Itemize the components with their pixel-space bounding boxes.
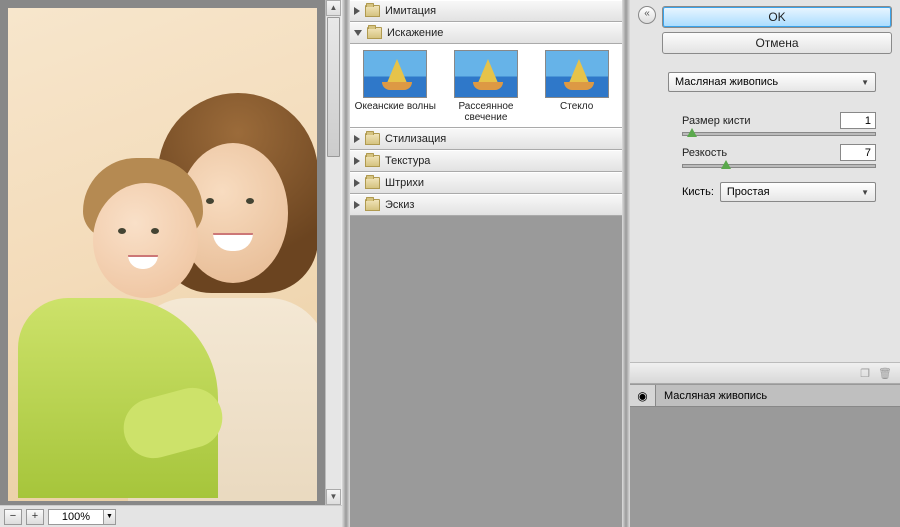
- zoom-out-button[interactable]: −: [4, 509, 22, 525]
- filter-thumbnail-icon: [363, 50, 427, 98]
- ok-button[interactable]: OK: [662, 6, 892, 28]
- panel-divider[interactable]: [622, 0, 630, 527]
- filter-group-label: Стилизация: [385, 133, 446, 145]
- folder-icon: [365, 199, 380, 211]
- filter-group-texture[interactable]: Текстура: [350, 150, 622, 172]
- filter-group-label: Эскиз: [385, 199, 414, 211]
- brush-size-label: Размер кисти: [682, 115, 751, 127]
- preview-image: [8, 8, 317, 501]
- effect-layer-empty-area: [630, 407, 900, 527]
- sharpness-slider[interactable]: [682, 164, 876, 168]
- scroll-thumb[interactable]: [327, 17, 340, 157]
- collapse-settings-button[interactable]: «: [638, 6, 656, 24]
- expand-icon: [354, 157, 360, 165]
- folder-icon: [367, 27, 382, 39]
- filter-group-strokes[interactable]: Штрихи: [350, 172, 622, 194]
- slider-handle[interactable]: [721, 160, 731, 169]
- sharpness-label: Резкость: [682, 147, 727, 159]
- filter-select-value: Масляная живопись: [675, 76, 778, 88]
- new-effect-layer-button[interactable]: ❐: [860, 367, 870, 380]
- chevron-down-icon: ▼: [861, 78, 869, 87]
- filter-thumbnails: Океанские волны Рассеянное свечение Стек…: [350, 44, 622, 128]
- slider-handle[interactable]: [687, 128, 697, 137]
- brush-size-input[interactable]: [840, 112, 876, 129]
- filter-diffuse-glow[interactable]: Рассеянное свечение: [445, 50, 527, 123]
- filter-group-label: Штрихи: [385, 177, 424, 189]
- zoom-level-field[interactable]: 100%: [48, 509, 104, 525]
- filter-ocean-waves[interactable]: Океанские волны: [354, 50, 436, 123]
- scroll-up-button[interactable]: ▲: [326, 0, 341, 16]
- folder-icon: [365, 133, 380, 145]
- brush-type-label: Кисть:: [682, 186, 714, 198]
- settings-panel: « OK Отмена Масляная живопись ▼ Размер к…: [630, 0, 900, 527]
- cancel-button[interactable]: Отмена: [662, 32, 892, 54]
- filter-label: Океанские волны: [354, 101, 436, 123]
- effect-layer-list: ◉ Масляная живопись: [630, 384, 900, 527]
- filter-label: Стекло: [536, 101, 618, 123]
- filter-group-label: Имитация: [385, 5, 436, 17]
- chevron-down-icon: ▼: [861, 188, 869, 197]
- expand-icon: [354, 7, 360, 15]
- panel-divider[interactable]: [342, 0, 350, 527]
- collapse-icon: [354, 30, 362, 36]
- filter-group-stylize[interactable]: Стилизация: [350, 128, 622, 150]
- brush-size-slider[interactable]: [682, 132, 876, 136]
- expand-icon: [354, 201, 360, 209]
- expand-icon: [354, 135, 360, 143]
- brush-type-select[interactable]: Простая ▼: [720, 182, 876, 202]
- filter-thumbnail-icon: [545, 50, 609, 98]
- expand-icon: [354, 179, 360, 187]
- filter-gallery-panel: Имитация Искажение Океанские волны Рассе…: [350, 0, 622, 527]
- filter-group-imitation[interactable]: Имитация: [350, 0, 622, 22]
- filter-group-distortion[interactable]: Искажение: [350, 22, 622, 44]
- preview-statusbar: − + 100% ▼: [0, 505, 342, 527]
- filter-label: Рассеянное свечение: [445, 101, 527, 123]
- visibility-toggle[interactable]: ◉: [630, 385, 656, 406]
- zoom-dropdown-button[interactable]: ▼: [104, 509, 116, 525]
- zoom-in-button[interactable]: +: [26, 509, 44, 525]
- filter-group-sketch[interactable]: Эскиз: [350, 194, 622, 216]
- effect-layer-toolbar: ❐ 🗑: [630, 362, 900, 384]
- preview-panel: ▲ ▼ − + 100% ▼: [0, 0, 342, 527]
- effect-layer-row[interactable]: ◉ Масляная живопись: [630, 385, 900, 407]
- filter-group-label: Текстура: [385, 155, 430, 167]
- folder-icon: [365, 5, 380, 17]
- delete-effect-layer-button[interactable]: 🗑: [878, 367, 892, 380]
- folder-icon: [365, 155, 380, 167]
- filter-group-label: Искажение: [387, 27, 443, 39]
- filter-select[interactable]: Масляная живопись ▼: [668, 72, 876, 92]
- effect-layer-name: Масляная живопись: [656, 390, 767, 402]
- brush-type-value: Простая: [727, 186, 770, 198]
- scroll-down-button[interactable]: ▼: [326, 489, 341, 505]
- sharpness-input[interactable]: [840, 144, 876, 161]
- preview-canvas[interactable]: ▲ ▼: [0, 0, 342, 505]
- folder-icon: [365, 177, 380, 189]
- filter-thumbnail-icon: [454, 50, 518, 98]
- preview-vertical-scrollbar[interactable]: ▲ ▼: [325, 0, 341, 505]
- filter-glass[interactable]: Стекло: [536, 50, 618, 123]
